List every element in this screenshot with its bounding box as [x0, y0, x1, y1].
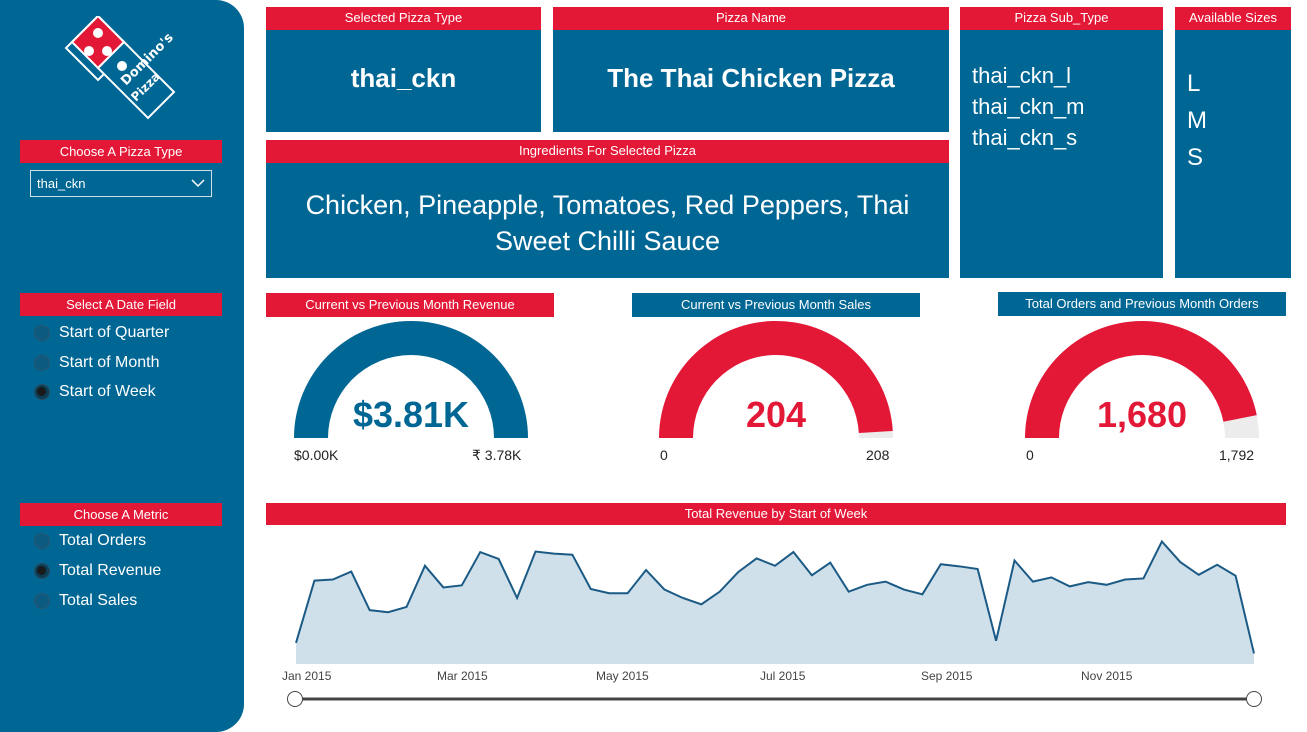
x-tick-label: Sep 2015 — [921, 669, 973, 683]
x-tick-label: Nov 2015 — [1081, 669, 1133, 683]
slider-handle-end[interactable] — [1246, 691, 1262, 707]
revenue-area-fill — [296, 541, 1254, 664]
x-tick-label: Jul 2015 — [760, 669, 806, 683]
x-tick-label: Mar 2015 — [437, 669, 488, 683]
x-tick-label: May 2015 — [596, 669, 649, 683]
revenue-area-chart — [295, 539, 1255, 664]
slider-handle-start[interactable] — [287, 691, 303, 707]
x-tick-label: Jan 2015 — [282, 669, 332, 683]
